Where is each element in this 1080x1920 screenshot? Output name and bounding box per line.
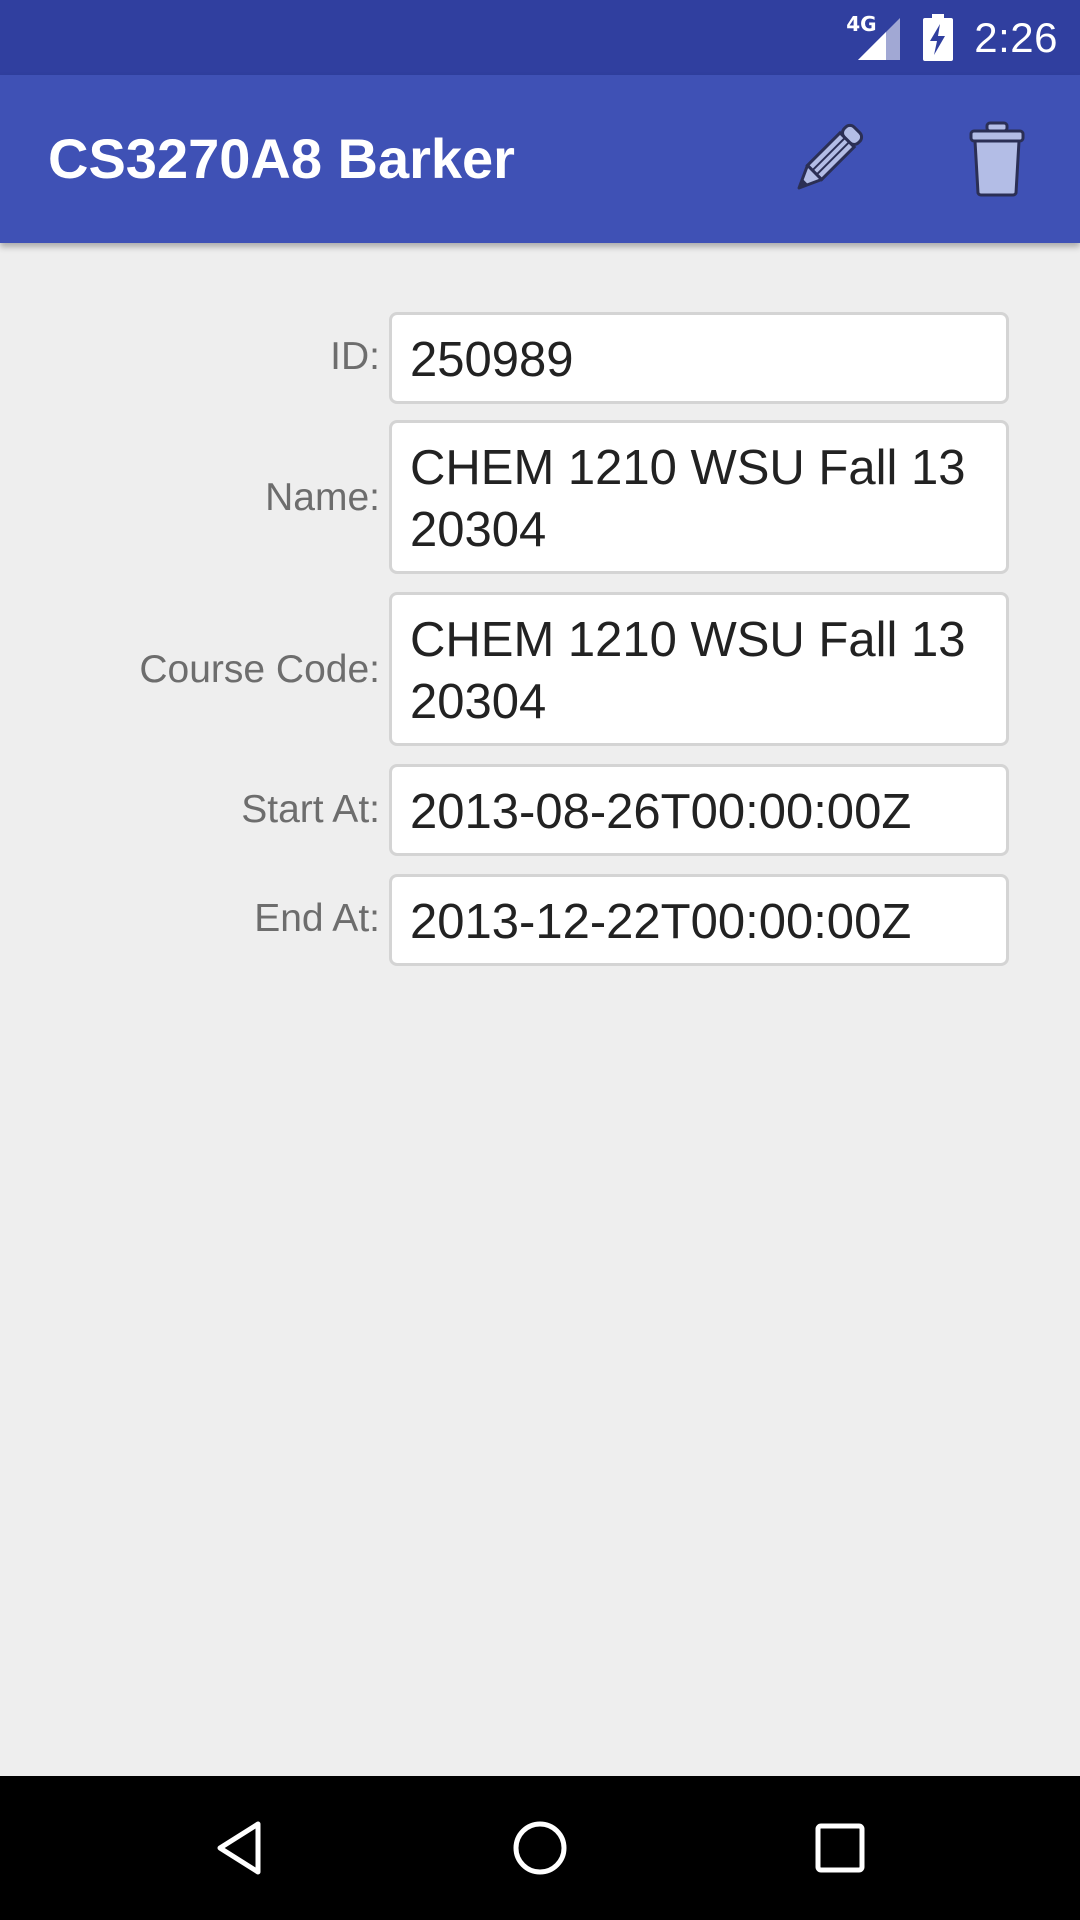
- start-at-label: Start At:: [241, 788, 380, 831]
- back-button[interactable]: [190, 1798, 290, 1898]
- course-code-label: Course Code:: [139, 648, 380, 691]
- edit-button[interactable]: [778, 109, 878, 209]
- end-at-field[interactable]: 2013-12-22T00:00:00Z: [389, 874, 1009, 966]
- trash-icon: [969, 121, 1025, 197]
- pencil-icon: [797, 123, 864, 190]
- recents-icon: [815, 1823, 865, 1873]
- start-at-field[interactable]: 2013-08-26T00:00:00Z: [389, 764, 1009, 856]
- status-icons: 4G 2:26: [846, 0, 1058, 75]
- status-clock: 2:26: [974, 13, 1058, 61]
- id-field[interactable]: 250989: [389, 312, 1009, 404]
- home-button[interactable]: [490, 1798, 590, 1898]
- recents-button[interactable]: [790, 1798, 890, 1898]
- back-icon: [217, 1821, 261, 1875]
- navigation-bar: [0, 1776, 1080, 1920]
- app-bar: CS3270A8 Barker: [0, 75, 1080, 243]
- screen: 4G 2:26 CS3270A8 Barker ID: 250989 Name:…: [0, 0, 1080, 1920]
- app-title: CS3270A8 Barker: [48, 127, 515, 190]
- delete-button[interactable]: [947, 109, 1047, 209]
- name-field[interactable]: CHEM 1210 WSU Fall 13 20304: [389, 420, 1009, 574]
- home-icon: [513, 1821, 567, 1875]
- course-code-field[interactable]: CHEM 1210 WSU Fall 13 20304: [389, 592, 1009, 746]
- status-bar: 4G 2:26: [0, 0, 1080, 75]
- signal-icon: [858, 17, 901, 60]
- end-at-label: End At:: [254, 897, 380, 940]
- network-indicator: 4G: [846, 12, 902, 62]
- id-label: ID:: [330, 335, 380, 378]
- name-label: Name:: [265, 476, 380, 519]
- battery-charging-icon: [923, 13, 954, 61]
